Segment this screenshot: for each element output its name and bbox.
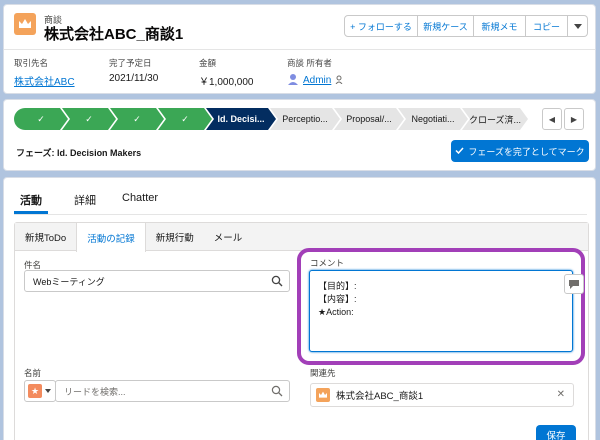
close-icon[interactable]: ✕ xyxy=(557,389,565,400)
crown-icon xyxy=(316,388,330,402)
tab-email[interactable]: メール xyxy=(204,223,253,251)
lead-type-selector[interactable]: ★ xyxy=(24,380,56,402)
more-actions-button[interactable] xyxy=(568,15,588,37)
search-icon xyxy=(271,275,283,287)
tab-details[interactable]: 詳細 xyxy=(74,188,96,214)
avatar-icon xyxy=(287,73,299,88)
new-memo-button[interactable]: 新規メモ xyxy=(474,15,526,37)
mark-stage-complete-button[interactable]: フェーズを完了としてマーク xyxy=(451,140,589,162)
record-header: 商談 株式会社ABC_商談1 + フォローする 新規ケース 新規メモ コピー 取… xyxy=(3,4,596,94)
owner-link[interactable]: Admin xyxy=(303,75,331,86)
change-owner-icon[interactable] xyxy=(335,75,344,87)
path-stage-3[interactable]: ✓ xyxy=(110,108,164,130)
path-stage-9[interactable]: クローズ済... xyxy=(462,108,528,130)
current-phase-label: フェーズ: Id. Decision Makers xyxy=(16,148,142,158)
copy-button[interactable]: コピー xyxy=(526,15,568,37)
lead-search-input[interactable]: リードを検索... xyxy=(55,380,290,402)
owner-field: 商談 所有者 Admin xyxy=(287,57,344,88)
main-tabs: 活動 詳細 Chatter xyxy=(14,188,158,214)
account-name-field: 取引先名 株式会社ABC xyxy=(14,58,75,88)
chevron-down-icon xyxy=(45,389,51,393)
amount-field: 金額 ￥1,000,000 xyxy=(199,58,254,88)
sales-path: ✓ ✓ ✓ ✓ Id. Decisi... Perceptio... Proposal/..… xyxy=(3,99,596,171)
follow-button[interactable]: + フォローする xyxy=(344,15,418,37)
header-divider xyxy=(4,49,595,50)
comment-highlight-frame xyxy=(297,248,585,365)
related-to-label: 関連先 xyxy=(310,368,336,378)
tab-new-event[interactable]: 新規行動 xyxy=(146,223,204,251)
new-case-button[interactable]: 新規ケース xyxy=(418,15,474,37)
chat-bubble-icon[interactable] xyxy=(564,274,584,294)
related-record-pill[interactable]: 株式会社ABC_商談1 ✕ xyxy=(310,383,574,407)
path-stage-7[interactable]: Proposal/... xyxy=(334,108,404,130)
chevron-right-icon: ▶ xyxy=(570,114,578,124)
tab-chatter[interactable]: Chatter xyxy=(122,188,158,214)
path-prev-button[interactable]: ◀ xyxy=(542,108,562,130)
account-name-link[interactable]: 株式会社ABC xyxy=(14,73,75,88)
chevron-left-icon: ◀ xyxy=(548,114,556,124)
path-stages: ✓ ✓ ✓ ✓ Id. Decisi... Perceptio... Proposal/..… xyxy=(14,108,534,130)
tabs-divider xyxy=(14,214,587,215)
path-stage-8[interactable]: Negotiati... xyxy=(398,108,468,130)
tab-new-task[interactable]: 新規ToDo xyxy=(15,223,76,251)
path-stage-2[interactable]: ✓ xyxy=(62,108,116,130)
chevron-down-icon xyxy=(573,21,582,31)
search-icon xyxy=(271,385,283,397)
header-button-group: + フォローする 新規ケース 新規メモ コピー xyxy=(344,15,588,37)
record-title: 株式会社ABC_商談1 xyxy=(44,26,184,43)
tab-activity[interactable]: 活動 xyxy=(14,188,48,214)
composer-tabs: 新規ToDo 活動の記録 新規行動 メール xyxy=(15,223,588,252)
path-stage-6[interactable]: Perceptio... xyxy=(270,108,340,130)
path-stage-4[interactable]: ✓ xyxy=(158,108,212,130)
path-stage-5[interactable]: Id. Decisi... xyxy=(206,108,276,130)
name-label: 名前 xyxy=(24,368,42,378)
crown-icon xyxy=(14,13,36,35)
check-icon xyxy=(455,146,464,156)
close-date-field: 完了予定日 2021/11/30 xyxy=(109,58,159,84)
path-stage-1[interactable]: ✓ xyxy=(14,108,68,130)
save-button[interactable]: 保存 xyxy=(536,425,576,440)
path-next-button[interactable]: ▶ xyxy=(564,108,584,130)
subject-input[interactable]: Webミーティング xyxy=(24,270,290,292)
star-icon: ★ xyxy=(28,384,42,398)
tab-log-a-call[interactable]: 活動の記録 xyxy=(76,223,146,252)
